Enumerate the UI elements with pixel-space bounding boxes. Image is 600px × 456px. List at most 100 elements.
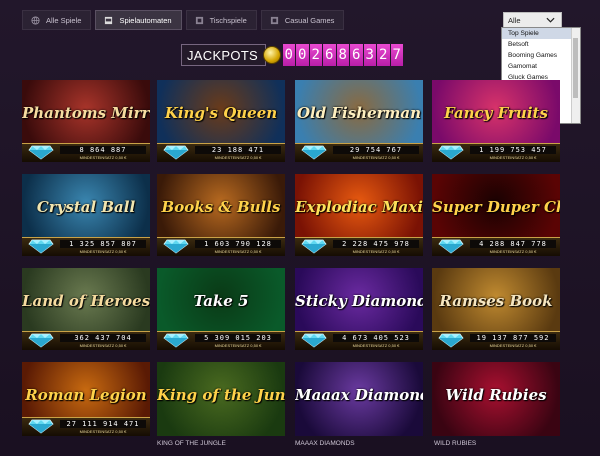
jackpot-label: JACKPOTS bbox=[181, 44, 266, 66]
minimum-bet-label: MINDESTEINSATZ 0,50 € bbox=[489, 343, 537, 348]
game-tile[interactable]: Take 5 5 309 015 203 MINDESTEINSATZ 0,50 € bbox=[157, 268, 285, 350]
diamond-icon bbox=[28, 239, 54, 254]
game-tile[interactable]: Ramses Book 19 137 877 592 MINDESTEINSATZ … bbox=[432, 268, 560, 350]
game-logo: Take 5 bbox=[193, 292, 249, 310]
game-jackpot-amount: 19 137 877 592 bbox=[470, 334, 556, 342]
game-jackpot-amount: 29 754 767 bbox=[333, 146, 419, 154]
game-logo: Land of Heroes bbox=[22, 292, 150, 310]
game-logo: Maaax Diamonds bbox=[295, 386, 423, 404]
game-caption[interactable]: KING OF THE JUNGLE bbox=[157, 440, 226, 447]
chevron-down-icon bbox=[546, 17, 555, 23]
jackpot-digit: 6 bbox=[350, 44, 363, 66]
jackpot-digit: 3 bbox=[363, 44, 376, 66]
jackpot-digit: 2 bbox=[377, 44, 390, 66]
game-tile[interactable]: Books & Bulls 1 603 790 128 MINDESTEINSATZ… bbox=[157, 174, 285, 256]
diamond-icon bbox=[301, 333, 327, 348]
game-logo: Fancy Fruits bbox=[444, 104, 548, 122]
game-tile[interactable]: Phantoms Mirror 8 864 887MINDESTEINSATZ 0… bbox=[22, 80, 150, 162]
diamond-icon bbox=[28, 419, 54, 434]
jackpot-counter: 0 0 2 6 8 6 3 2 7 bbox=[282, 44, 403, 66]
game-logo: Old Fisherman bbox=[296, 104, 422, 122]
tab-spielautomaten[interactable]: Spielautomaten bbox=[95, 10, 182, 30]
game-logo: King of the Jungle bbox=[157, 386, 285, 404]
game-jackpot-amount: 8 864 887 bbox=[60, 146, 146, 154]
game-jackpot-amount: 1 325 857 807 bbox=[60, 240, 146, 248]
provider-option[interactable]: Top Spiele bbox=[502, 28, 580, 39]
game-logo: Explodiac Maxi bbox=[295, 198, 423, 216]
provider-select[interactable]: Alle bbox=[503, 12, 562, 28]
dice-icon bbox=[270, 16, 278, 24]
game-tile[interactable]: Super Duper Cherry 4 288 847 778MINDESTEI… bbox=[432, 174, 560, 256]
jackpot-digit: 6 bbox=[323, 44, 336, 66]
minimum-bet-label: MINDESTEINSATZ 0,50 € bbox=[352, 249, 400, 254]
minimum-bet-label: MINDESTEINSATZ 0,50 € bbox=[214, 343, 262, 348]
game-tile[interactable]: King's Queen 23 188 471 MINDESTEINSATZ 0,5… bbox=[157, 80, 285, 162]
minimum-bet-label: MINDESTEINSATZ 0,50 € bbox=[352, 155, 400, 160]
provider-option[interactable]: Booming Games bbox=[502, 50, 580, 61]
game-jackpot-amount: 4 288 847 778 bbox=[470, 240, 556, 248]
game-tile[interactable]: Crystal Ball 1 325 857 807 MINDESTEINSATZ … bbox=[22, 174, 150, 256]
game-logo: Wild Rubies bbox=[445, 386, 547, 404]
minimum-bet-label: MINDESTEINSATZ 0,50 € bbox=[79, 155, 127, 160]
tab-label: Spielautomaten bbox=[119, 15, 172, 25]
game-tile[interactable]: King of the Jungle bbox=[157, 362, 285, 436]
game-tile[interactable]: Land of Heroes 362 437 704 MINDESTEINSATZ … bbox=[22, 268, 150, 350]
game-logo: Roman Legion bbox=[25, 386, 147, 404]
game-tile[interactable]: Fancy Fruits 1 199 753 457 MINDESTEINSATZ … bbox=[432, 80, 560, 162]
scrollbar-thumb[interactable] bbox=[573, 38, 578, 98]
diamond-icon bbox=[163, 145, 189, 160]
provider-option[interactable]: Gamomat bbox=[502, 61, 580, 72]
diamond-icon bbox=[438, 145, 464, 160]
game-jackpot-amount: 5 309 015 203 bbox=[195, 334, 281, 342]
game-logo: Crystal Ball bbox=[36, 198, 136, 216]
game-tile[interactable]: Roman Legion 27 111 914 471 MINDESTEINSATZ… bbox=[22, 362, 150, 436]
game-logo: Sticky Diamonds bbox=[295, 292, 423, 310]
minimum-bet-label: MINDESTEINSATZ 0,50 € bbox=[79, 429, 127, 434]
minimum-bet-label: MINDESTEINSATZ 0,50 € bbox=[79, 343, 127, 348]
tab-tischspiele[interactable]: Tischspiele bbox=[185, 10, 257, 30]
casino-lobby: Alle Spiele Spielautomaten Tischspiele C… bbox=[0, 0, 600, 456]
tab-label: Alle Spiele bbox=[46, 15, 82, 25]
diamond-icon bbox=[28, 145, 54, 160]
game-tile[interactable]: Old Fisherman 29 754 767 MINDESTEINSATZ 0,… bbox=[295, 80, 423, 162]
diamond-icon bbox=[163, 239, 189, 254]
jackpot-bar: JACKPOTS 0 0 2 6 8 6 3 2 7 bbox=[181, 44, 403, 66]
game-jackpot-amount: 1 199 753 457 bbox=[470, 146, 556, 154]
slot-machine-icon bbox=[105, 16, 113, 24]
cards-icon bbox=[195, 16, 203, 24]
jackpot-digit: 0 bbox=[282, 44, 295, 66]
globe-icon bbox=[31, 15, 40, 25]
game-jackpot-amount: 27 111 914 471 bbox=[60, 420, 146, 428]
game-tile[interactable]: Wild Rubies bbox=[432, 362, 560, 436]
diamond-icon bbox=[301, 145, 327, 160]
dropdown-scrollbar[interactable] bbox=[571, 28, 580, 123]
jackpot-digit: 7 bbox=[390, 44, 403, 66]
game-tile[interactable]: Maaax Diamonds bbox=[295, 362, 423, 436]
jackpot-digit: 0 bbox=[296, 44, 309, 66]
tab-alle-spiele[interactable]: Alle Spiele bbox=[22, 10, 92, 30]
diamond-icon bbox=[301, 239, 327, 254]
game-jackpot-amount: 23 188 471 bbox=[195, 146, 281, 154]
provider-option[interactable]: Betsoft bbox=[502, 39, 580, 50]
coin-icon bbox=[263, 46, 281, 64]
tab-label: Casual Games bbox=[284, 15, 335, 25]
game-caption[interactable]: MAAAX DIAMONDS bbox=[295, 440, 355, 447]
diamond-icon bbox=[28, 333, 54, 348]
minimum-bet-label: MINDESTEINSATZ 0,50 € bbox=[214, 155, 262, 160]
jackpot-digit: 2 bbox=[309, 44, 322, 66]
game-logo: Ramses Book bbox=[439, 292, 553, 310]
jackpot-digit: 8 bbox=[336, 44, 349, 66]
minimum-bet-label: MINDESTEINSATZ 0,50 € bbox=[352, 343, 400, 348]
game-jackpot-amount: 1 603 790 128 bbox=[195, 240, 281, 248]
tab-label: Tischspiele bbox=[209, 15, 247, 25]
minimum-bet-label: MINDESTEINSATZ 0,50 € bbox=[214, 249, 262, 254]
game-tile[interactable]: Sticky Diamonds 4 673 405 523 MINDESTEINSA… bbox=[295, 268, 423, 350]
minimum-bet-label: MINDESTEINSATZ 0,50 € bbox=[489, 155, 537, 160]
tab-casual-games[interactable]: Casual Games bbox=[260, 10, 345, 30]
game-caption[interactable]: WILD RUBIES bbox=[434, 440, 476, 447]
provider-select-value: Alle bbox=[508, 15, 521, 25]
game-tile[interactable]: Explodiac Maxi 2 228 475 978 MINDESTEINSAT… bbox=[295, 174, 423, 256]
diamond-icon bbox=[438, 333, 464, 348]
minimum-bet-label: MINDESTEINSATZ 0,50 € bbox=[489, 249, 537, 254]
game-logo: King's Queen bbox=[164, 104, 278, 122]
